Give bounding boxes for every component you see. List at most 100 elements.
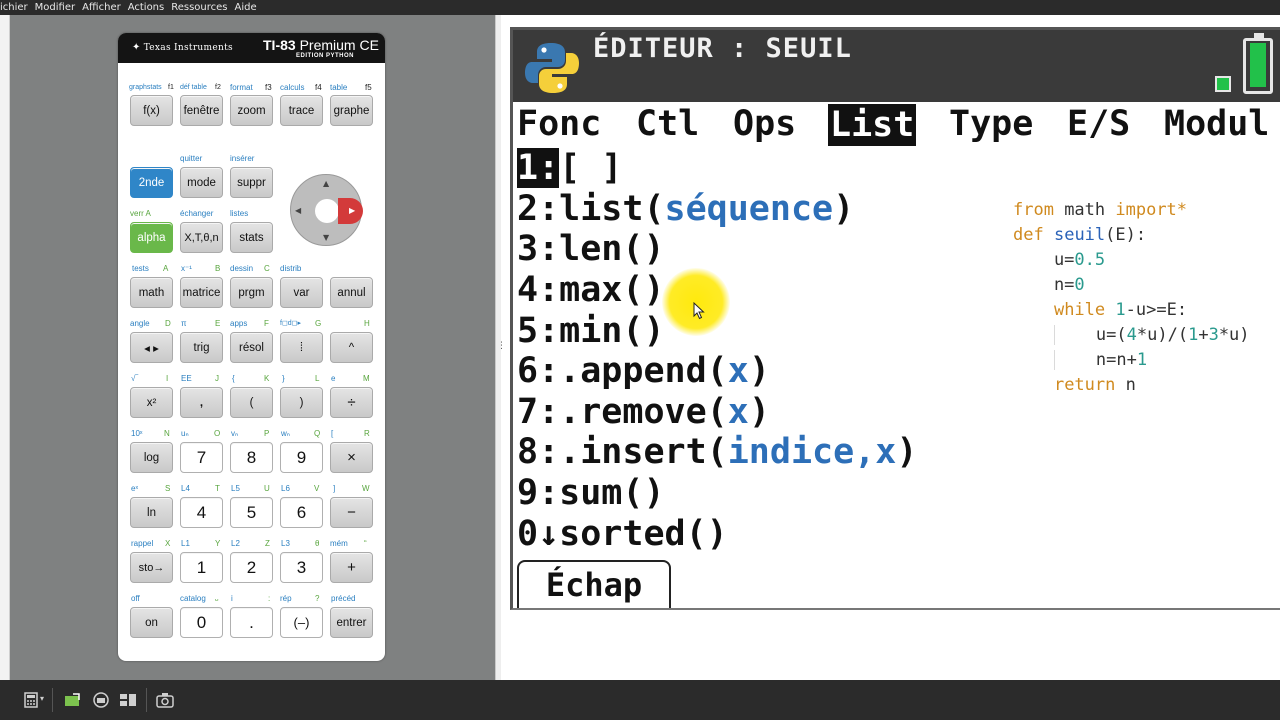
digit-6-key[interactable]: 6	[280, 497, 323, 528]
digit-7-key[interactable]: 7	[180, 442, 223, 473]
calculs-label: calculs	[280, 83, 305, 92]
l3-label: L3	[281, 539, 290, 548]
menu-aide[interactable]: Aide	[233, 0, 262, 15]
xttn-key[interactable]: X,T,θ,n	[180, 222, 223, 253]
graphe-key[interactable]: graphe	[330, 95, 373, 126]
letter-d-label: D	[165, 319, 171, 328]
second-key[interactable]: 2nde	[130, 167, 173, 198]
tab-fonc[interactable]: Fonc	[517, 102, 601, 147]
suppr-key[interactable]: suppr	[230, 167, 273, 198]
code-number: 0.5	[1074, 250, 1106, 270]
trig-key[interactable]: trig	[180, 332, 223, 363]
dpad-right-icon[interactable]: ▶	[349, 206, 355, 215]
l4-label: L4	[181, 484, 190, 493]
splitter-grip-icon[interactable]: ⋮	[497, 342, 506, 351]
menu-ressources[interactable]: Ressources	[169, 0, 232, 15]
digit-9-key[interactable]: 9	[280, 442, 323, 473]
tab-modul[interactable]: Modul	[1164, 102, 1269, 147]
math-key[interactable]: math	[130, 277, 173, 308]
menu-item-max[interactable]: 4:max()	[517, 270, 665, 310]
stats-key[interactable]: stats	[230, 222, 273, 253]
trace-key[interactable]: trace	[280, 95, 323, 126]
dpad-down-icon[interactable]: ▼	[323, 233, 329, 242]
fraction-key[interactable]: ⁞	[280, 332, 323, 363]
resol-key[interactable]: résol	[230, 332, 273, 363]
negative-key[interactable]: (–)	[280, 607, 323, 638]
direction-pad[interactable]: ▲ ▼ ◀ ▶	[290, 174, 363, 246]
menu-item-min[interactable]: 5:min()	[517, 311, 665, 351]
status-indicator-icon	[1215, 76, 1231, 92]
menu-afficher[interactable]: Afficher	[80, 0, 126, 15]
matrice-key[interactable]: matrice	[180, 277, 223, 308]
menu-item-sorted[interactable]: 0↓sorted()	[517, 514, 728, 554]
tab-list[interactable]: List	[828, 104, 917, 146]
decimal-key[interactable]: .	[230, 607, 273, 638]
menu-item-brackets[interactable]: 1:[ ]	[517, 148, 622, 188]
menu-item-argument: x	[727, 351, 749, 391]
menu-item-append[interactable]: 6:.append(x)	[517, 351, 770, 391]
screen-capture-icon[interactable]	[92, 691, 110, 709]
entrer-key[interactable]: entrer	[330, 607, 373, 638]
model-suffix: Premium CE	[299, 37, 379, 53]
brand-name: Texas Instruments	[143, 43, 233, 53]
zoom-key[interactable]: zoom	[230, 95, 273, 126]
comma-key[interactable]: ,	[180, 387, 223, 418]
var-key[interactable]: var	[280, 277, 323, 308]
screenshot-camera-icon[interactable]	[156, 691, 174, 709]
calculator-icon[interactable]	[22, 691, 40, 709]
fenetre-key[interactable]: fenêtre	[180, 95, 223, 126]
paren-open-key[interactable]: (	[230, 387, 273, 418]
digit-4-key[interactable]: 4	[180, 497, 223, 528]
digit-5-key[interactable]: 5	[230, 497, 273, 528]
send-to-calculator-icon[interactable]	[64, 691, 82, 709]
power-key[interactable]: ^	[330, 332, 373, 363]
divide-key[interactable]: ÷	[330, 387, 373, 418]
letter-h-label: H	[364, 319, 370, 328]
menu-item-remove[interactable]: 7:.remove(x)	[517, 392, 770, 432]
brace-close-label: }	[282, 374, 285, 383]
menu-modifier[interactable]: Modifier	[33, 0, 80, 15]
f-x-key[interactable]: f(x)	[130, 95, 173, 126]
plus-key[interactable]: +	[330, 552, 373, 583]
paren-close-key[interactable]: )	[280, 387, 323, 418]
square-key[interactable]: x²	[130, 387, 173, 418]
digit-0-key[interactable]: 0	[180, 607, 223, 638]
calculator-dropdown-icon[interactable]: ▾	[40, 694, 44, 703]
tab-type[interactable]: Type	[949, 102, 1033, 147]
bracket-close-label: ]	[333, 484, 336, 493]
annul-key[interactable]: annul	[330, 277, 373, 308]
ln-key[interactable]: ln	[130, 497, 173, 528]
panel-splitter[interactable]: ⋮	[495, 15, 506, 680]
layout-icon[interactable]	[119, 691, 137, 709]
tab-ops[interactable]: Ops	[733, 102, 796, 147]
digit-1-key[interactable]: 1	[180, 552, 223, 583]
multiply-key[interactable]: ×	[330, 442, 373, 473]
digit-8-key[interactable]: 8	[230, 442, 273, 473]
dpad-up-icon[interactable]: ▲	[323, 179, 329, 188]
on-key[interactable]: on	[130, 607, 173, 638]
left-right-key[interactable]: ◂ ▸	[130, 332, 173, 363]
f3-label: f3	[265, 83, 272, 92]
digit-3-key[interactable]: 3	[280, 552, 323, 583]
menu-item-number: 9:	[517, 473, 560, 513]
tab-es[interactable]: E/S	[1067, 102, 1130, 147]
letter-i-label: I	[166, 374, 169, 383]
menu-item-list[interactable]: 2:list(séquence)	[517, 189, 854, 229]
log-key[interactable]: log	[130, 442, 173, 473]
menu-item-number: 2:	[517, 189, 560, 229]
dpad-left-icon[interactable]: ◀	[295, 206, 301, 215]
tab-ctl[interactable]: Ctl	[636, 102, 699, 147]
menu-item-len[interactable]: 3:len()	[517, 229, 665, 269]
def-table-label: déf table	[180, 84, 207, 91]
menu-fichier[interactable]: ichier	[0, 0, 33, 15]
echap-button[interactable]: Échap	[517, 560, 671, 608]
menu-item-sum[interactable]: 9:sum()	[517, 473, 665, 513]
digit-2-key[interactable]: 2	[230, 552, 273, 583]
minus-key[interactable]: −	[330, 497, 373, 528]
menu-item-insert[interactable]: 8:.insert(indice,x)	[517, 432, 917, 472]
sto-key[interactable]: sto→	[130, 552, 173, 583]
alpha-key[interactable]: alpha	[130, 222, 173, 253]
prgm-key[interactable]: prgm	[230, 277, 273, 308]
menu-actions[interactable]: Actions	[126, 0, 170, 15]
mode-key[interactable]: mode	[180, 167, 223, 198]
